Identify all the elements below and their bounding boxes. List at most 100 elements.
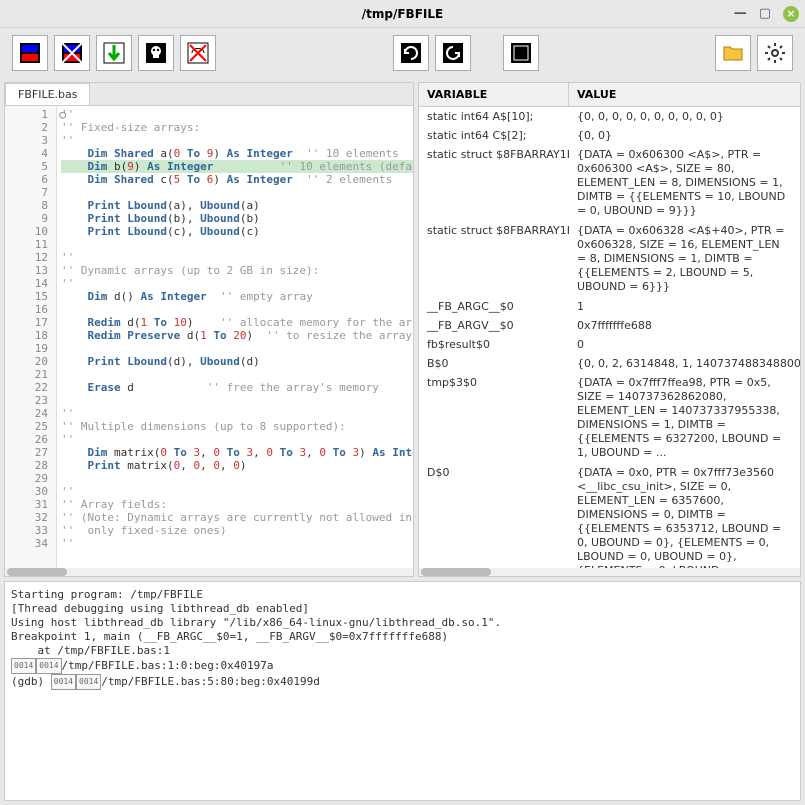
open-folder-button[interactable] — [715, 35, 751, 71]
code-line[interactable]: '' — [61, 485, 413, 498]
variable-name: static int64 A$[10]; — [419, 110, 569, 123]
variables-panel: VARIABLE VALUE static int64 A$[10];{0, 0… — [418, 82, 801, 577]
column-value-header[interactable]: VALUE — [569, 83, 800, 106]
code-line[interactable]: '' Fixed-size arrays: — [61, 121, 413, 134]
variable-name: B$0 — [419, 357, 569, 370]
code-line[interactable]: Print Lbound(d), Ubound(d) — [61, 355, 413, 368]
editor-hscrollbar[interactable] — [5, 568, 413, 576]
variable-row[interactable]: D$0{DATA = 0x0, PTR = 0x7fff73e3560 <__l… — [419, 463, 800, 568]
code-line[interactable]: '' Array fields: — [61, 498, 413, 511]
code-line[interactable]: Redim Preserve d(1 To 20) '' to resize t… — [61, 329, 413, 342]
variable-value: {0, 0, 2, 6314848, 1, 140737488348800, .… — [569, 357, 800, 370]
code-line[interactable] — [61, 303, 413, 316]
code-line[interactable] — [61, 394, 413, 407]
code-line[interactable]: '' Multiple dimensions (up to 8 supporte… — [61, 420, 413, 433]
code-line[interactable]: '' — [61, 108, 413, 121]
variables-hscrollbar[interactable] — [419, 568, 800, 576]
code-line[interactable]: Dim Shared a(0 To 9) As Integer '' 10 el… — [61, 147, 413, 160]
code-line[interactable] — [61, 342, 413, 355]
main-area: FBFILE.bas 12345678910111213141516171819… — [0, 78, 805, 805]
kill-button[interactable] — [180, 35, 216, 71]
code-content[interactable]: '''' Fixed-size arrays:'' Dim Shared a(0… — [57, 106, 413, 568]
settings-button[interactable] — [757, 35, 793, 71]
refresh-button[interactable] — [393, 35, 429, 71]
code-line[interactable]: '' (Note: Dynamic arrays are currently n… — [61, 511, 413, 524]
line-gutter: 1234567891011121314151617181920212223242… — [5, 106, 57, 568]
stop-button[interactable] — [54, 35, 90, 71]
terminal-button[interactable] — [503, 35, 539, 71]
code-line[interactable]: Dim d() As Integer '' empty array — [61, 290, 413, 303]
variable-row[interactable]: __FB_ARGC__$01 — [419, 297, 800, 316]
window-title: /tmp/FBFILE — [362, 7, 443, 21]
code-line[interactable]: Print matrix(0, 0, 0, 0) — [61, 459, 413, 472]
variable-name: tmp$3$0 — [419, 376, 569, 460]
titlebar: /tmp/FBFILE — ▢ × — [0, 0, 805, 28]
tab-source-file[interactable]: FBFILE.bas — [5, 83, 90, 105]
code-line[interactable]: '' — [61, 407, 413, 420]
variable-name: static struct $8FBARRAY1I — [419, 224, 569, 294]
minimize-button[interactable]: — — [734, 6, 747, 21]
variable-name: fb$result$0 — [419, 338, 569, 351]
code-line[interactable]: '' Dynamic arrays (up to 2 GB in size): — [61, 264, 413, 277]
code-line[interactable]: Dim b(9) As Integer '' 10 elements (defa… — [61, 160, 413, 173]
code-editor[interactable]: 1234567891011121314151617181920212223242… — [5, 106, 413, 568]
console-line: Breakpoint 1, main (__FB_ARGC__$0=1, __F… — [11, 630, 794, 644]
toolbar — [0, 28, 805, 78]
variables-list[interactable]: static int64 A$[10];{0, 0, 0, 0, 0, 0, 0… — [419, 107, 800, 568]
code-line[interactable]: '' — [61, 433, 413, 446]
variable-row[interactable]: tmp$3$0{DATA = 0x7fff7ffea98, PTR = 0x5,… — [419, 373, 800, 463]
step-down-button[interactable] — [96, 35, 132, 71]
console-line: [Thread debugging using libthread_db ena… — [11, 602, 794, 616]
variable-row[interactable]: static struct $8FBARRAY1I{DATA = 0x60630… — [419, 145, 800, 221]
variable-row[interactable]: static int64 C$[2];{0, 0} — [419, 126, 800, 145]
code-line[interactable]: Dim matrix(0 To 3, 0 To 3, 0 To 3, 0 To … — [61, 446, 413, 459]
close-button[interactable]: × — [783, 6, 799, 22]
debug-console[interactable]: Starting program: /tmp/FBFILE[Thread deb… — [4, 581, 801, 801]
window-controls: — ▢ × — [734, 6, 799, 22]
code-line[interactable] — [61, 472, 413, 485]
variable-value: 0 — [569, 338, 800, 351]
variable-name: __FB_ARGV__$0 — [419, 319, 569, 332]
variable-row[interactable]: fb$result$00 — [419, 335, 800, 354]
code-line[interactable] — [61, 368, 413, 381]
skull-button[interactable] — [138, 35, 174, 71]
code-line[interactable]: Dim Shared c(5 To 6) As Integer '' 2 ele… — [61, 173, 413, 186]
variable-value: 1 — [569, 300, 800, 313]
variable-value: {DATA = 0x0, PTR = 0x7fff73e3560 <__libc… — [569, 466, 800, 568]
console-line: 00140014/tmp/FBFILE.bas:1:0:beg:0x40197a — [11, 658, 794, 674]
variables-header: VARIABLE VALUE — [419, 83, 800, 107]
code-line[interactable]: '' — [61, 134, 413, 147]
code-line[interactable]: Print Lbound(c), Ubound(c) — [61, 225, 413, 238]
console-line: (gdb) 00140014/tmp/FBFILE.bas:5:80:beg:0… — [11, 674, 794, 690]
code-line[interactable] — [61, 238, 413, 251]
variable-row[interactable]: static int64 A$[10];{0, 0, 0, 0, 0, 0, 0… — [419, 107, 800, 126]
variable-value: {0, 0, 0, 0, 0, 0, 0, 0, 0, 0} — [569, 110, 800, 123]
reload-button[interactable] — [435, 35, 471, 71]
editor-tab-bar: FBFILE.bas — [5, 83, 413, 106]
variable-value: {DATA = 0x606300 <A$>, PTR = 0x606300 <A… — [569, 148, 800, 218]
code-line[interactable] — [61, 186, 413, 199]
variable-name: static int64 C$[2]; — [419, 129, 569, 142]
code-line[interactable]: '' only fixed-size ones) — [61, 524, 413, 537]
code-line[interactable]: '' — [61, 277, 413, 290]
console-line: Starting program: /tmp/FBFILE — [11, 588, 794, 602]
variable-name: D$0 — [419, 466, 569, 568]
variable-row[interactable]: B$0{0, 0, 2, 6314848, 1, 140737488348800… — [419, 354, 800, 373]
variable-value: 0x7fffffffe688 — [569, 319, 800, 332]
variable-value: {0, 0} — [569, 129, 800, 142]
variable-row[interactable]: __FB_ARGV__$00x7fffffffe688 — [419, 316, 800, 335]
variable-name: static struct $8FBARRAY1I — [419, 148, 569, 218]
column-variable-header[interactable]: VARIABLE — [419, 83, 569, 106]
code-line[interactable]: Redim d(1 To 10) '' allocate memory for … — [61, 316, 413, 329]
console-line: Using host libthread_db library "/lib/x8… — [11, 616, 794, 630]
run-button[interactable] — [12, 35, 48, 71]
code-line[interactable]: Erase d '' free the array's memory — [61, 381, 413, 394]
code-line[interactable]: '' — [61, 251, 413, 264]
variable-name: __FB_ARGC__$0 — [419, 300, 569, 313]
variable-row[interactable]: static struct $8FBARRAY1I{DATA = 0x60632… — [419, 221, 800, 297]
console-line: at /tmp/FBFILE.bas:1 — [11, 644, 794, 658]
maximize-button[interactable]: ▢ — [759, 6, 771, 21]
code-line[interactable]: Print Lbound(b), Ubound(b) — [61, 212, 413, 225]
code-line[interactable]: '' — [61, 537, 413, 550]
code-line[interactable]: Print Lbound(a), Ubound(a) — [61, 199, 413, 212]
